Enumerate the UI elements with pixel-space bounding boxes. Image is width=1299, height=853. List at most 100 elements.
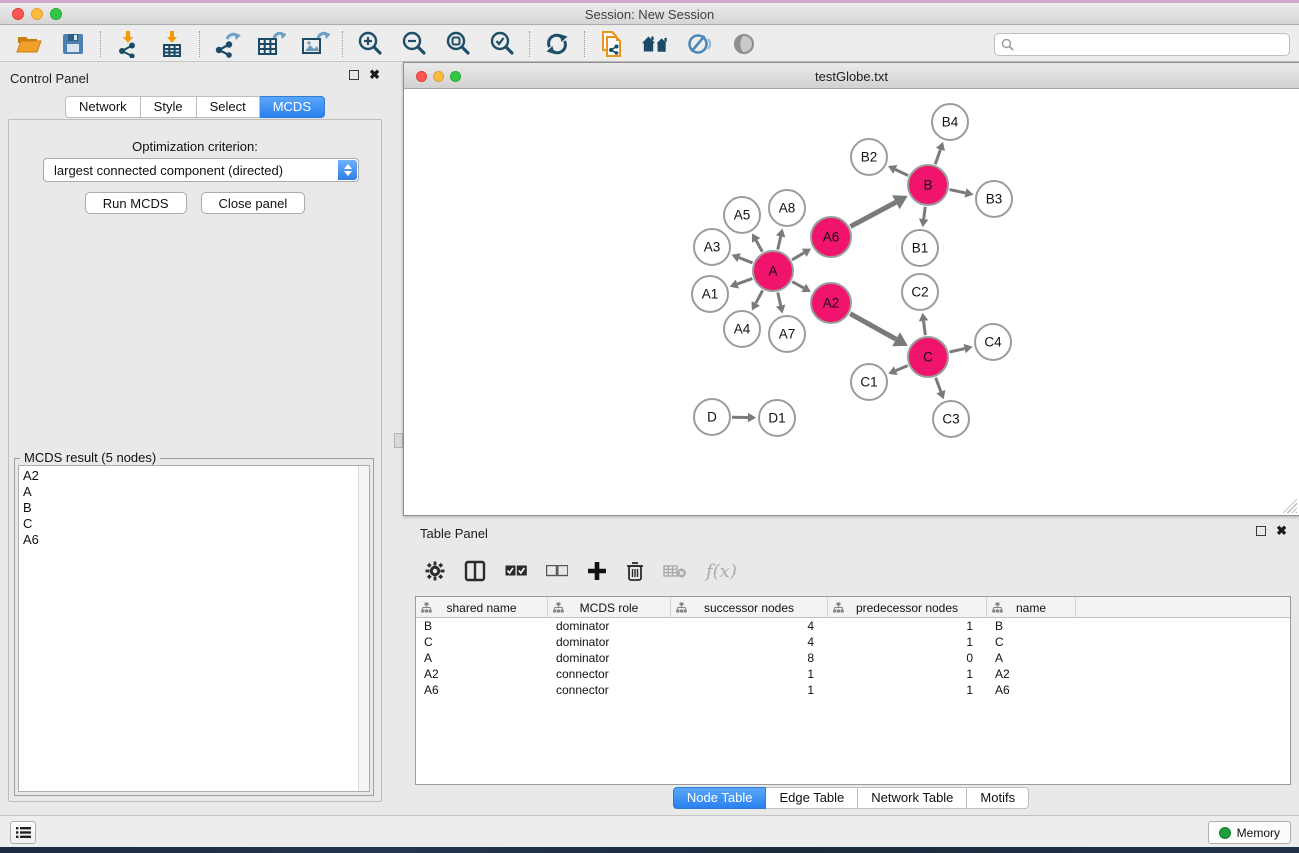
graph-edge-A-A8[interactable] (778, 236, 781, 249)
tab-mcds[interactable]: MCDS (260, 96, 325, 118)
table-cell[interactable]: 4 (671, 618, 828, 634)
table-cell[interactable]: A6 (416, 682, 548, 698)
graph-edge-A-A5[interactable] (756, 240, 762, 251)
zoom-selected-icon[interactable] (487, 29, 517, 59)
search-input[interactable] (994, 33, 1290, 56)
close-panel-button[interactable]: Close panel (201, 192, 306, 214)
table-cell[interactable]: A (416, 650, 548, 666)
zoom-fit-icon[interactable] (443, 29, 473, 59)
table-cell[interactable]: connector (548, 682, 671, 698)
eye-view-icon[interactable] (729, 29, 759, 59)
tab-style[interactable]: Style (141, 96, 197, 118)
tab-select[interactable]: Select (197, 96, 260, 118)
table-cell[interactable]: 1 (828, 618, 987, 634)
column-header-name[interactable]: name (987, 597, 1076, 618)
graph-edge-B-B3[interactable] (950, 190, 966, 193)
tab-edge-table[interactable]: Edge Table (766, 787, 858, 809)
export-network-icon[interactable] (212, 29, 242, 59)
run-mcds-button[interactable]: Run MCDS (85, 192, 187, 214)
export-table-icon[interactable] (256, 29, 286, 59)
table-cell[interactable]: 8 (671, 650, 828, 666)
table-cell[interactable]: A2 (987, 666, 1076, 682)
graph-edge-A2-C[interactable] (850, 314, 896, 340)
graph-edge-C-C4[interactable] (949, 349, 964, 353)
mcds-result-list[interactable]: A2ABCA6 (18, 465, 370, 792)
refresh-icon[interactable] (542, 29, 572, 59)
show-columns-icon[interactable] (464, 560, 486, 582)
graph-edge-A-A6[interactable] (792, 253, 804, 260)
network-canvas[interactable]: B4B2BB3A5A8A6A3B1AA1C2A2A4A7C4CC1DD1C3 (404, 89, 1299, 515)
duplicate-network-icon[interactable] (597, 29, 627, 59)
table-cell[interactable]: 1 (671, 666, 828, 682)
table-cell[interactable]: A2 (416, 666, 548, 682)
scrollbar-track[interactable] (358, 466, 369, 791)
graph-edge-A6-B[interactable] (850, 202, 895, 226)
zoom-in-icon[interactable] (355, 29, 385, 59)
column-header-shared-name[interactable]: shared name (416, 597, 548, 618)
select-all-icon[interactable] (505, 565, 527, 577)
table-row[interactable]: Bdominator41B (416, 618, 1290, 634)
tab-motifs[interactable]: Motifs (967, 787, 1029, 809)
tab-network[interactable]: Network (65, 96, 141, 118)
table-cell[interactable]: 0 (828, 650, 987, 666)
graph-edge-A-A4[interactable] (756, 290, 763, 303)
mcds-result-item[interactable]: A6 (19, 532, 357, 548)
graph-edge-A-A2[interactable] (792, 282, 804, 288)
table-cell[interactable]: connector (548, 666, 671, 682)
table-row[interactable]: A6connector11A6 (416, 682, 1290, 698)
mcds-result-item[interactable]: C (19, 516, 357, 532)
table-cell[interactable]: 1 (828, 634, 987, 650)
criterion-dropdown[interactable]: largest connected component (directed) (43, 158, 359, 182)
graph-edge-C-C2[interactable] (924, 321, 926, 335)
table-row[interactable]: Cdominator41C (416, 634, 1290, 650)
float-table-panel-icon[interactable] (1256, 526, 1266, 536)
table-cell[interactable]: A6 (987, 682, 1076, 698)
graph-edge-A-A1[interactable] (737, 279, 752, 284)
table-cell[interactable]: dominator (548, 650, 671, 666)
table-cell[interactable]: B (987, 618, 1076, 634)
add-column-icon[interactable] (587, 561, 607, 581)
column-header-predecessor-nodes[interactable]: predecessor nodes (828, 597, 987, 618)
column-header-successor-nodes[interactable]: successor nodes (671, 597, 828, 618)
graph-edge-B-B1[interactable] (924, 207, 926, 219)
graph-edge-B-B2[interactable] (895, 169, 908, 175)
export-image-icon[interactable] (300, 29, 330, 59)
table-cell[interactable]: dominator (548, 618, 671, 634)
network-window-titlebar[interactable]: testGlobe.txt (404, 63, 1299, 89)
task-history-button[interactable] (10, 821, 36, 844)
delete-column-icon[interactable] (626, 561, 644, 582)
graph-edge-A-A3[interactable] (739, 258, 752, 263)
import-network-from-file-icon[interactable] (113, 29, 143, 59)
table-cell[interactable]: C (416, 634, 548, 650)
close-panel-icon[interactable]: ✖ (369, 70, 380, 80)
save-session-icon[interactable] (58, 29, 88, 59)
table-cell[interactable]: dominator (548, 634, 671, 650)
mcds-result-item[interactable]: A (19, 484, 357, 500)
tab-network-table[interactable]: Network Table (858, 787, 967, 809)
zoom-out-icon[interactable] (399, 29, 429, 59)
open-session-icon[interactable] (14, 29, 44, 59)
table-cell[interactable]: C (987, 634, 1076, 650)
import-table-from-file-icon[interactable] (157, 29, 187, 59)
table-cell[interactable]: A (987, 650, 1076, 666)
graph-edge-C-C1[interactable] (896, 366, 908, 371)
column-header-MCDS-role[interactable]: MCDS role (548, 597, 671, 618)
tab-node-table[interactable]: Node Table (673, 787, 767, 809)
close-table-panel-icon[interactable]: ✖ (1276, 526, 1287, 536)
float-panel-icon[interactable] (349, 70, 359, 80)
deselect-all-icon[interactable] (546, 565, 568, 577)
mcds-result-item[interactable]: B (19, 500, 357, 516)
graph-edge-C-C3[interactable] (936, 378, 941, 392)
table-cell[interactable]: 4 (671, 634, 828, 650)
table-settings-icon[interactable] (425, 561, 445, 581)
memory-button[interactable]: Memory (1208, 821, 1291, 844)
graphics-details-icon[interactable] (685, 29, 715, 59)
graph-edge-A-A7[interactable] (778, 292, 781, 305)
table-cell[interactable]: 1 (828, 682, 987, 698)
network-overview-icon[interactable] (641, 29, 671, 59)
graph-edge-B-B4[interactable] (935, 149, 940, 164)
panel-splitter-handle[interactable] (394, 433, 403, 448)
table-row[interactable]: A2connector11A2 (416, 666, 1290, 682)
table-cell[interactable]: B (416, 618, 548, 634)
table-row[interactable]: Adominator80A (416, 650, 1290, 666)
